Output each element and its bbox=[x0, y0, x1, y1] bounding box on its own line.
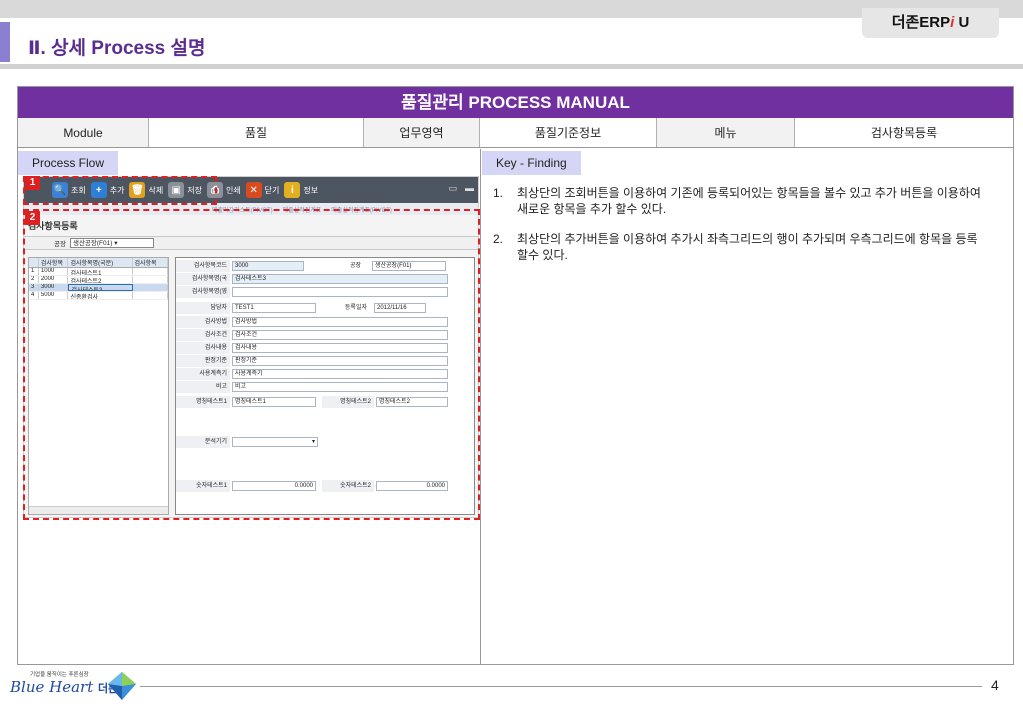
content-field[interactable]: 검사내용 bbox=[232, 343, 448, 353]
field-label: 분석기기 bbox=[176, 436, 230, 448]
condition-field[interactable]: 검사조건 bbox=[232, 330, 448, 340]
item-grid: 검사항목 검사항목명(국문) 검사항목 1 1000 검사테스트1 2 2000 검사테… bbox=[28, 257, 169, 515]
remark-field[interactable]: 비고 bbox=[232, 382, 448, 392]
name-en-field[interactable] bbox=[232, 287, 448, 297]
work-area-label: 업무영역 bbox=[364, 118, 480, 147]
minimize-icon[interactable]: ▬ bbox=[465, 183, 474, 194]
plant-field[interactable]: 생산공장(F01) bbox=[372, 261, 446, 271]
erp-screenshot: 🔍 조회 + 추가 🗑 삭제 ▣ 저장 ⎙ 인쇄 ✕ 닫기 i 정보 ▭ ▬ 매출마감리스트(P… bbox=[23, 176, 479, 518]
field-label: 담당자 bbox=[176, 302, 230, 314]
query-button[interactable]: 🔍 조회 bbox=[52, 182, 86, 198]
window-controls: ▭ ▬ bbox=[448, 183, 474, 194]
erp-toolbar: 🔍 조회 + 추가 🗑 삭제 ▣ 저장 ⎙ 인쇄 ✕ 닫기 i 정보 ▭ ▬ bbox=[24, 177, 478, 203]
code-field[interactable]: 3000 bbox=[232, 261, 304, 271]
field-label: 등록일자 bbox=[344, 305, 367, 311]
list-item: 1. 최상단의 조회버튼을 이용하여 기존에 등록되어있는 항목들을 볼수 있고 … bbox=[493, 186, 981, 216]
work-area-value: 품질기준정보 bbox=[480, 118, 657, 147]
name-kr-field[interactable]: 검사테스트3 bbox=[232, 274, 448, 284]
chevron-down-icon: ▾ bbox=[311, 439, 315, 445]
plant-label: 공장 bbox=[54, 241, 66, 248]
table-row[interactable]: 4 5000 신종환검사 bbox=[29, 292, 168, 300]
field-label: 공장 bbox=[349, 263, 361, 269]
info-row: Module 품질 업무영역 품질기준정보 메뉴 검사항목등록 bbox=[18, 118, 1013, 148]
save-icon: ▣ bbox=[168, 182, 185, 198]
search-icon: 🔍 bbox=[52, 182, 68, 198]
logo-wordmark: Blue Heart 더존 bbox=[10, 678, 119, 696]
tab-item[interactable]: 매출마감리스트(PIVOT) bbox=[212, 205, 273, 214]
table-row[interactable]: 1 1000 검사테스트1 bbox=[29, 268, 168, 276]
field-label: 명칭테스트1 bbox=[176, 396, 230, 408]
footer-logo: 기업을 움직이는 푸른심장 Blue Heart 더존 bbox=[10, 670, 140, 702]
menu-label: 메뉴 bbox=[657, 118, 795, 147]
footer-divider bbox=[140, 686, 982, 687]
findings-list: 1. 최상단의 조회버튼을 이용하여 기존에 등록되어있는 항목들을 볼수 있고 … bbox=[493, 185, 988, 277]
process-manual-table: 품질관리 PROCESS MANUAL Module 품질 업무영역 품질기준정… bbox=[17, 86, 1014, 665]
save-button[interactable]: ▣ 저장 bbox=[168, 182, 202, 198]
ntest1-field[interactable]: 0.0000 bbox=[232, 481, 316, 491]
list-item: 2. 최상단의 추가버튼을 이용하여 추가시 좌측그리드의 행이 추가되며 우측그… bbox=[493, 232, 978, 262]
gauge-field[interactable]: 사용계측기 bbox=[232, 369, 448, 379]
close-button[interactable]: ✕ 닫기 bbox=[245, 182, 279, 198]
step-badge-1: 1 bbox=[25, 176, 40, 190]
field-label: 검사항목명(영 bbox=[176, 286, 230, 298]
grid-horizontal-scrollbar[interactable] bbox=[29, 506, 168, 514]
print-button[interactable]: ⎙ 인쇄 bbox=[206, 182, 241, 198]
owner-field[interactable]: TEST1 bbox=[232, 303, 316, 313]
info-button[interactable]: i 정보 bbox=[284, 182, 318, 198]
chevron-down-icon: ▾ bbox=[114, 240, 118, 247]
plus-icon: + bbox=[90, 182, 107, 198]
page-title: Ⅱ. 상세 Process 설명 bbox=[28, 38, 206, 59]
field-label: 검사조건 bbox=[176, 329, 230, 341]
table-row[interactable]: 3 3000 검사테스트3 bbox=[29, 284, 168, 292]
manual-content: Process Flow 🔍 조회 + 추가 🗑 삭제 ▣ 저장 ⎙ 인쇄 ✕ 닫기 i 정보… bbox=[18, 149, 1013, 665]
regdate-field[interactable]: 2012/11/16 bbox=[374, 303, 426, 313]
tab-item[interactable]: 매출실적집계표(PIVOT) bbox=[331, 205, 392, 214]
field-label: 검사내용 bbox=[176, 342, 230, 354]
close-icon: ✕ bbox=[245, 182, 262, 198]
plant-select[interactable]: 생산공장(F01) ▾ bbox=[69, 238, 154, 248]
menu-value: 검사항목등록 bbox=[795, 118, 1013, 147]
field-label: 검사항목코드 bbox=[176, 260, 230, 272]
process-flow-pane: Process Flow 🔍 조회 + 추가 🗑 삭제 ▣ 저장 ⎙ 인쇄 ✕ 닫기 i 정보… bbox=[18, 149, 481, 665]
detail-form: 검사항목코드 3000 공장 생산공장(F01) 검사항목명(국 검사테스트3 검사항목… bbox=[175, 257, 475, 515]
title-accent-bar bbox=[0, 22, 10, 62]
method-field[interactable]: 검사방법 bbox=[232, 317, 448, 327]
manual-header: 품질관리 PROCESS MANUAL bbox=[18, 87, 1013, 118]
field-label: 명칭테스트2 bbox=[322, 396, 374, 408]
step-badge-2: 2 bbox=[25, 211, 40, 225]
print-icon: ⎙ bbox=[206, 182, 223, 198]
tab-item[interactable]: 매출실적집계표 bbox=[283, 205, 322, 214]
add-button[interactable]: + 추가 bbox=[90, 182, 124, 198]
logo-tagline: 기업을 움직이는 푸른심장 bbox=[30, 672, 89, 678]
field-label: 검사방법 bbox=[176, 316, 230, 328]
table-row[interactable]: 2 2000 검사테스트2 bbox=[29, 276, 168, 284]
erp-tab-strip: 매출마감리스트(PIVOT) 매출실적집계표 매출실적집계표(PIVOT) bbox=[24, 203, 478, 215]
analyzer-select[interactable]: ▾ bbox=[232, 437, 318, 447]
module-value: 품질 bbox=[149, 118, 364, 147]
plant-filter-bar: 공장 생산공장(F01) ▾ bbox=[24, 236, 478, 250]
field-label: 사용계측기 bbox=[176, 368, 230, 380]
criteria-field[interactable]: 판정기준 bbox=[232, 356, 448, 366]
heart-gem-icon bbox=[108, 672, 136, 700]
grid-header: 검사항목 검사항목명(국문) 검사항목 bbox=[29, 258, 168, 268]
trash-icon: 🗑 bbox=[129, 182, 146, 198]
mtest1-field[interactable]: 명칭테스트1 bbox=[232, 397, 316, 407]
process-flow-tag: Process Flow bbox=[18, 151, 119, 175]
info-icon: i bbox=[284, 182, 301, 198]
title-divider bbox=[0, 64, 1023, 69]
brand-logo: 더존ERPi U bbox=[862, 8, 999, 38]
field-label: 숫자테스트1 bbox=[176, 480, 230, 492]
restore-icon[interactable]: ▭ bbox=[448, 183, 457, 194]
field-label: 비고 bbox=[176, 381, 230, 393]
field-label: 판정기준 bbox=[176, 355, 230, 367]
module-label: Module bbox=[18, 118, 149, 147]
page-number: 4 bbox=[991, 677, 999, 693]
key-finding-tag: Key - Finding bbox=[482, 151, 581, 175]
ntest2-field[interactable]: 0.0000 bbox=[376, 481, 448, 491]
key-finding-pane: Key - Finding 1. 최상단의 조회버튼을 이용하여 기존에 등록되어… bbox=[481, 149, 1013, 665]
field-label: 검사항목명(국 bbox=[176, 273, 230, 285]
mtest2-field[interactable]: 명칭테스트2 bbox=[376, 397, 448, 407]
field-label: 숫자테스트2 bbox=[322, 480, 374, 492]
delete-button[interactable]: 🗑 삭제 bbox=[129, 182, 163, 198]
